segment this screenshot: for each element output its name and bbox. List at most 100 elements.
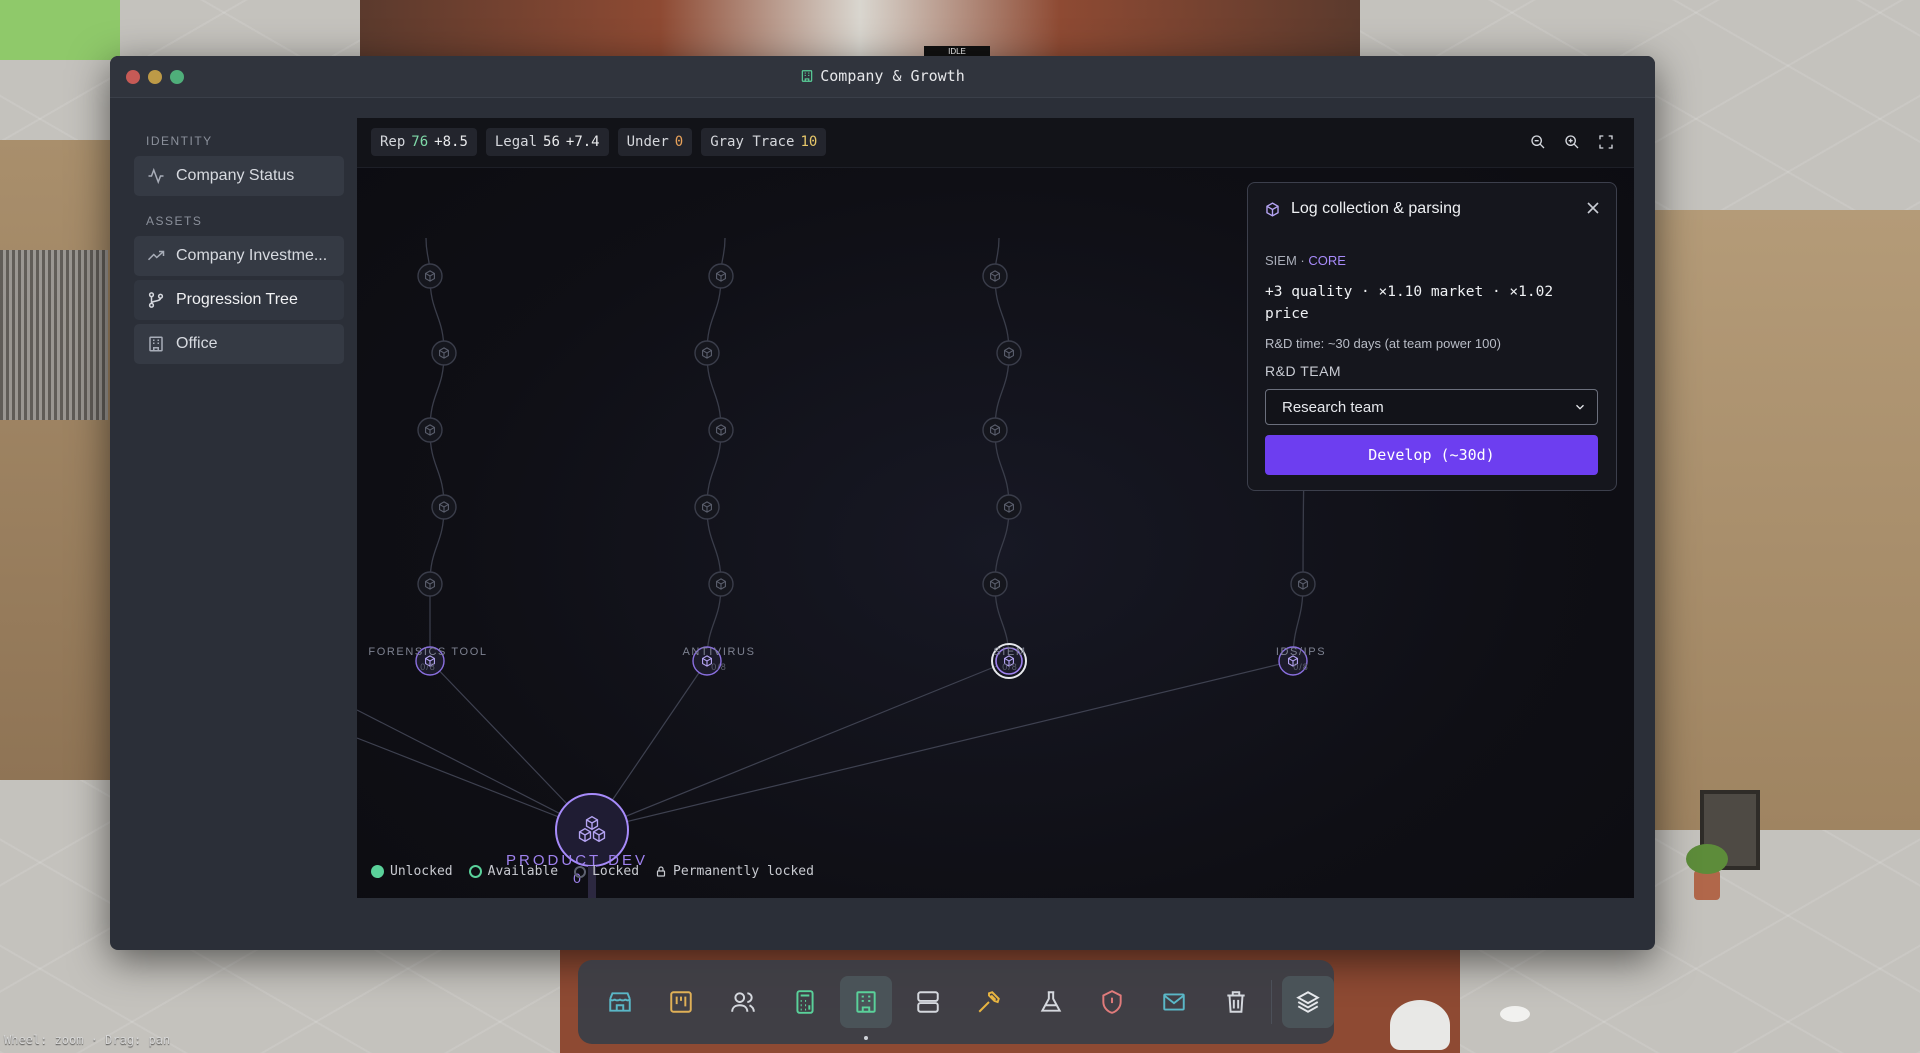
sidebar-item-label: Office <box>176 335 218 352</box>
locked-node-forensics-tool[interactable] <box>417 417 443 443</box>
company-growth-button[interactable] <box>840 976 892 1040</box>
zoom-in-icon <box>1565 135 1579 149</box>
zoom-tools <box>1528 132 1616 152</box>
active-indicator <box>864 1036 869 1040</box>
locked-node-ids-ips[interactable] <box>1290 571 1316 597</box>
panel-effects: +3 quality · ×1.10 market · ×1.02 price <box>1265 284 1554 322</box>
node-detail-panel: Log collection & parsing SIEM · CORE +3 … <box>1247 182 1617 491</box>
locked-node-antivirus[interactable] <box>708 263 734 289</box>
locked-node-antivirus[interactable] <box>694 494 720 520</box>
sidebar-item-office[interactable]: Office <box>134 324 344 364</box>
panel-team-label: R&D TEAM <box>1265 363 1342 379</box>
panel-header: Log collection & parsing <box>1264 198 1600 220</box>
hammer-icon <box>978 991 1001 1013</box>
shield-alert-icon <box>1102 990 1123 1014</box>
shop-icon <box>609 992 631 1012</box>
cube-icon <box>1266 201 1279 217</box>
activity-icon <box>146 166 166 186</box>
sidebar-item-progression-tree[interactable]: Progression Tree <box>134 280 344 320</box>
zoom-out-icon <box>1531 135 1545 149</box>
legend-unlocked: Unlocked <box>371 864 453 879</box>
research-button[interactable] <box>1025 976 1077 1028</box>
layers-icon <box>1296 991 1320 1013</box>
employees-button[interactable] <box>717 976 769 1028</box>
layers-button[interactable] <box>1282 976 1334 1028</box>
progression-tree-canvas[interactable]: Rep 76 +8.5 Legal 56 +7.4 Under 0 Gray T… <box>357 118 1634 898</box>
office-desks <box>360 0 1360 56</box>
zoom-in-button[interactable] <box>1562 132 1582 152</box>
locked-node-siem[interactable] <box>996 494 1022 520</box>
tree-link <box>357 737 593 831</box>
kanban-icon <box>670 991 693 1013</box>
locked-node-forensics-tool[interactable] <box>431 340 457 366</box>
develop-button[interactable]: Develop (~30d) <box>1265 435 1598 475</box>
build-button[interactable] <box>963 976 1015 1028</box>
sidebar-item-label: Company Status <box>176 167 295 184</box>
panel-title: Log collection & parsing <box>1291 200 1461 217</box>
kanban-button[interactable] <box>656 976 708 1028</box>
tree-link <box>591 660 1294 831</box>
stat-gray-trace-label: Gray Trace <box>710 134 795 150</box>
flask-icon <box>1040 991 1062 1012</box>
branch-progress-ids-ips: 0/8 <box>1293 662 1309 672</box>
fullscreen-icon <box>1599 135 1613 149</box>
locked-node-siem[interactable] <box>982 417 1008 443</box>
building-icon <box>146 334 166 354</box>
branch-link-siem <box>994 237 1010 662</box>
shop-button[interactable] <box>594 976 646 1028</box>
unlocked-dot-icon <box>371 865 384 878</box>
locked-node-siem[interactable] <box>996 340 1022 366</box>
mail-icon <box>1163 993 1185 1011</box>
servers-button[interactable] <box>902 976 954 1028</box>
stat-legal: Legal 56 +7.4 <box>485 128 609 156</box>
stat-under-value: 0 <box>674 134 684 150</box>
potted-plant <box>1686 844 1728 900</box>
locked-node-forensics-tool[interactable] <box>431 494 457 520</box>
stat-rep-value: 76 <box>411 134 429 150</box>
stool <box>1500 1006 1530 1022</box>
trending-up-icon <box>146 246 166 266</box>
dock-separator <box>1271 980 1273 1024</box>
stats-group: Rep 76 +8.5 Legal 56 +7.4 Under 0 Gray T… <box>371 128 827 156</box>
locked-node-siem[interactable] <box>982 571 1008 597</box>
locked-node-forensics-tool[interactable] <box>417 571 443 597</box>
sidebar-item-company-investments[interactable]: Company Investme... <box>134 236 344 276</box>
branch-label-siem: SIEM <box>993 646 1027 658</box>
branch-progress-forensics-tool: 0/8 <box>420 662 436 672</box>
legend-perm-locked: Permanently locked <box>655 864 814 879</box>
chevron-down-icon <box>1576 404 1584 410</box>
sidebar-item-label: Company Investme... <box>176 247 328 264</box>
panel-close-button[interactable] <box>1584 199 1602 217</box>
mail-button[interactable] <box>1148 976 1200 1028</box>
sidebar-section-identity: IDENTITY <box>146 134 213 148</box>
git-branch-icon <box>146 290 166 310</box>
sidebar-item-company-status[interactable]: Company Status <box>134 156 344 196</box>
rd-team-select[interactable]: Research team <box>1265 389 1598 425</box>
legend-locked-label: Locked <box>592 864 640 879</box>
server-rack <box>0 250 108 420</box>
locked-node-antivirus[interactable] <box>708 571 734 597</box>
titlebar[interactable]: Company & Growth <box>110 56 1655 98</box>
controls-hint: Wheel: zoom · Drag: pan <box>4 1033 171 1047</box>
tree-link <box>591 660 1010 831</box>
locked-node-siem[interactable] <box>982 263 1008 289</box>
delete-button[interactable] <box>1210 976 1262 1028</box>
locked-node-antivirus[interactable] <box>708 417 734 443</box>
branch-label-antivirus: ANTIVIRUS <box>682 646 756 658</box>
stat-gray-trace-value: 10 <box>800 134 818 150</box>
lock-icon <box>656 866 666 877</box>
zoom-out-button[interactable] <box>1528 132 1548 152</box>
locked-node-antivirus[interactable] <box>694 340 720 366</box>
available-ring-icon <box>468 865 482 878</box>
legend-unlocked-label: Unlocked <box>390 864 453 879</box>
finance-button[interactable] <box>779 976 831 1028</box>
branch-link-forensics-tool <box>425 237 445 661</box>
panel-category-branch: SIEM · <box>1265 253 1309 268</box>
branch-label-ids-ips: IDS/IPS <box>1275 646 1327 658</box>
fullscreen-button[interactable] <box>1596 132 1616 152</box>
security-button[interactable] <box>1087 976 1139 1028</box>
legend-perm-locked-label: Permanently locked <box>673 864 814 879</box>
sidebar-item-label: Progression Tree <box>176 291 298 308</box>
locked-node-forensics-tool[interactable] <box>417 263 443 289</box>
tree-nodes <box>415 263 1316 898</box>
